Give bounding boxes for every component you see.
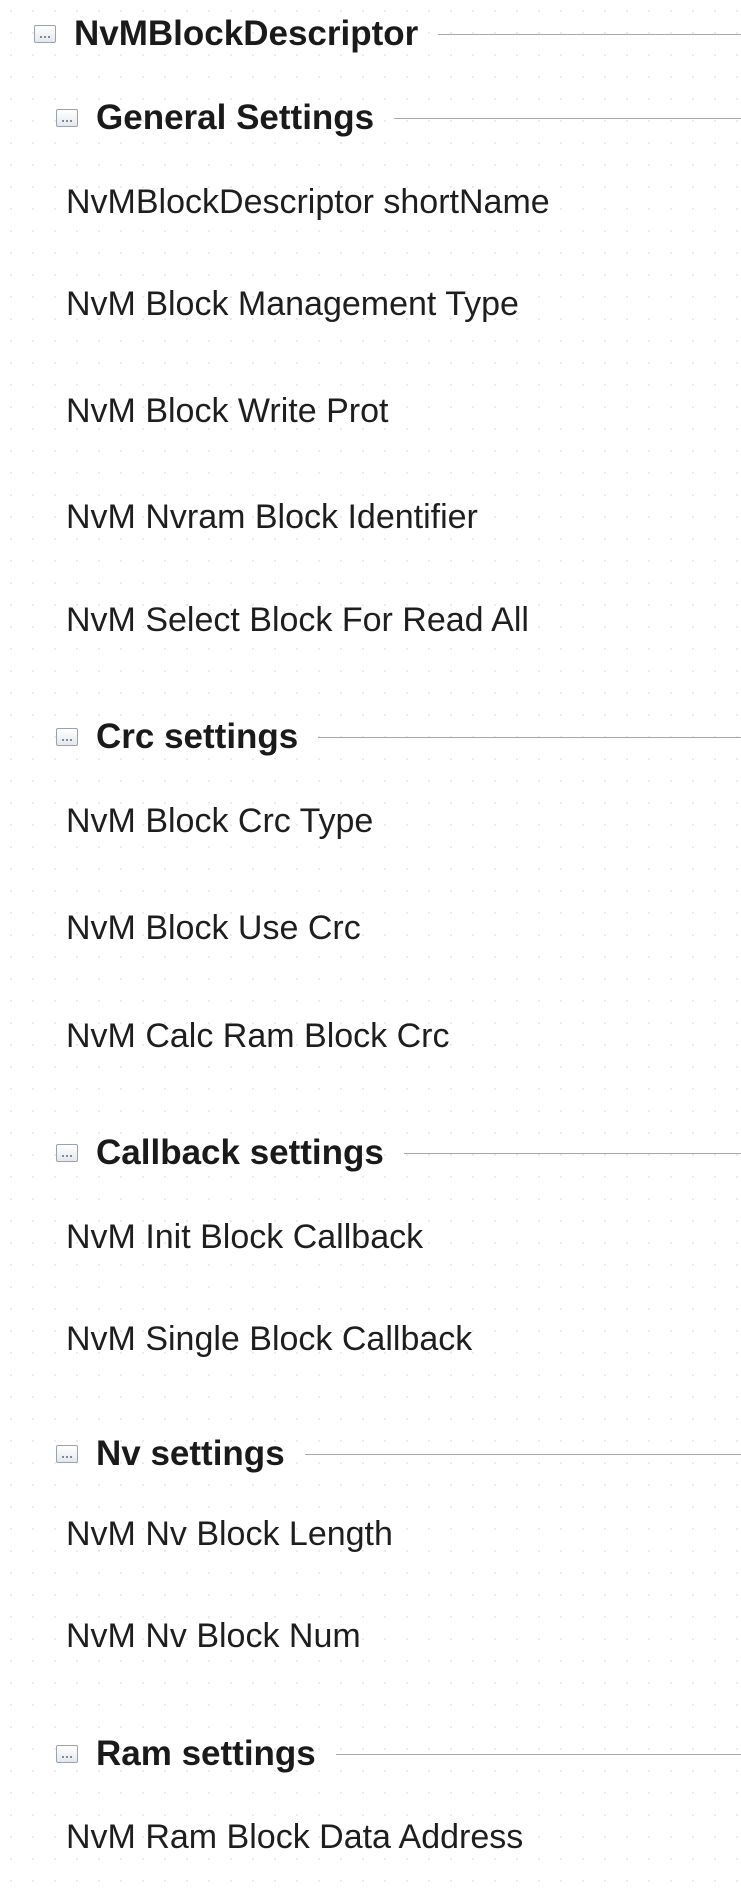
ram-settings-title: Ram settings	[96, 1734, 316, 1773]
section-divider	[335, 1753, 741, 1755]
collapse-icon[interactable]	[56, 1445, 78, 1463]
property-row-select-block-for-read-all[interactable]: NvM Select Block For Read All	[66, 601, 529, 640]
collapse-icon[interactable]	[34, 25, 56, 43]
property-row-nvram-block-identifier[interactable]: NvM Nvram Block Identifier	[66, 498, 478, 537]
property-row-nv-block-num[interactable]: NvM Nv Block Num	[66, 1617, 361, 1656]
ram-settings-header: Ram settings	[0, 1734, 741, 1774]
property-row-shortname[interactable]: NvMBlockDescriptor shortName	[66, 183, 550, 222]
callback-settings-header: Callback settings	[0, 1133, 741, 1173]
crc-settings-title: Crc settings	[96, 717, 299, 756]
property-row-calc-ram-block-crc[interactable]: NvM Calc Ram Block Crc	[66, 1017, 449, 1056]
property-row-block-write-prot[interactable]: NvM Block Write Prot	[66, 392, 388, 431]
root-section-header: NvMBlockDescriptor	[0, 14, 741, 54]
general-settings-title: General Settings	[96, 98, 375, 137]
collapse-icon[interactable]	[56, 1144, 78, 1162]
crc-settings-header: Crc settings	[0, 717, 741, 757]
collapse-icon[interactable]	[56, 1745, 78, 1763]
collapse-icon[interactable]	[56, 109, 78, 127]
section-divider	[394, 117, 741, 119]
property-row-single-block-callback[interactable]: NvM Single Block Callback	[66, 1320, 472, 1359]
property-row-nv-block-length[interactable]: NvM Nv Block Length	[66, 1515, 393, 1554]
nv-settings-header: Nv settings	[0, 1434, 741, 1474]
root-section-title: NvMBlockDescriptor	[74, 14, 419, 53]
property-row-block-crc-type[interactable]: NvM Block Crc Type	[66, 802, 373, 841]
section-divider	[403, 1152, 741, 1154]
nvm-block-descriptor-panel: NvMBlockDescriptor General Settings NvMB…	[0, 0, 741, 1896]
property-row-init-block-callback[interactable]: NvM Init Block Callback	[66, 1218, 423, 1257]
property-row-block-management-type[interactable]: NvM Block Management Type	[66, 285, 519, 324]
section-divider	[318, 736, 741, 738]
callback-settings-title: Callback settings	[96, 1133, 384, 1172]
collapse-icon[interactable]	[56, 728, 78, 746]
nv-settings-title: Nv settings	[96, 1434, 285, 1473]
section-divider	[304, 1453, 741, 1455]
property-row-block-use-crc[interactable]: NvM Block Use Crc	[66, 909, 361, 948]
general-settings-header: General Settings	[0, 98, 741, 138]
property-row-ram-block-data-address[interactable]: NvM Ram Block Data Address	[66, 1818, 523, 1857]
section-divider	[438, 33, 741, 35]
